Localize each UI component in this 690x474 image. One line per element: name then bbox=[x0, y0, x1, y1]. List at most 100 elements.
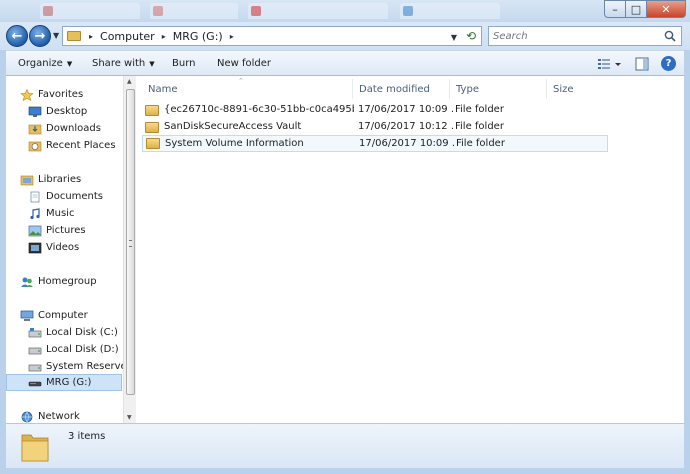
background-tab bbox=[400, 3, 500, 19]
preview-pane-icon[interactable] bbox=[635, 57, 649, 71]
nav-scrollbar[interactable]: ▲ ▼ bbox=[123, 76, 136, 423]
nav-label: Pictures bbox=[46, 225, 86, 236]
nav-label: Network bbox=[38, 411, 80, 422]
scroll-up-icon[interactable]: ▲ bbox=[127, 78, 132, 85]
folder-icon bbox=[67, 31, 81, 41]
nav-computer[interactable]: Computer bbox=[20, 307, 132, 324]
background-tab bbox=[150, 3, 238, 19]
nav-mrg-drive[interactable]: MRG (G:) bbox=[6, 374, 122, 391]
share-with-label: Share with bbox=[92, 58, 146, 69]
grip-icon bbox=[129, 240, 132, 247]
organize-label: Organize bbox=[18, 58, 63, 69]
nav-favorites[interactable]: Favorites bbox=[20, 86, 132, 103]
star-icon bbox=[20, 88, 34, 101]
drive-icon bbox=[28, 327, 42, 337]
column-label: Date modified bbox=[359, 83, 430, 95]
recent-pages-chevron-icon[interactable]: ▼ bbox=[53, 31, 59, 40]
address-bar[interactable]: ▸ Computer ▸ MRG (G:) ▸ ▼ ⟲ bbox=[62, 26, 482, 46]
forward-button[interactable]: → bbox=[29, 25, 51, 47]
sort-caret-icon: ⌃ bbox=[238, 77, 244, 85]
column-header-name[interactable]: ⌃ Name bbox=[142, 77, 353, 99]
nav-label: Computer bbox=[38, 310, 88, 321]
column-header-date[interactable]: Date modified bbox=[353, 79, 450, 99]
computer-icon bbox=[20, 310, 34, 321]
command-bar: Organize ▼ Share with ▼ Burn New folder ? bbox=[6, 50, 684, 76]
view-controls: ? bbox=[597, 56, 676, 71]
nav-label: Documents bbox=[46, 191, 104, 202]
window-controls: – □ ✕ bbox=[604, 0, 686, 18]
usb-drive-icon bbox=[28, 381, 42, 386]
nav-label: Desktop bbox=[46, 106, 88, 117]
file-row[interactable]: {ec26710c-8891-6c30-51bb-c0ca495bca4e} 1… bbox=[142, 102, 608, 119]
videos-icon bbox=[28, 242, 42, 253]
folder-icon bbox=[21, 434, 49, 462]
organize-button[interactable]: Organize ▼ bbox=[18, 58, 72, 69]
nav-libraries[interactable]: Libraries bbox=[20, 171, 132, 188]
close-button[interactable]: ✕ bbox=[646, 0, 686, 18]
search-box bbox=[488, 26, 682, 46]
search-input[interactable] bbox=[493, 29, 663, 43]
nav-label: Local Disk (C:) bbox=[46, 327, 118, 338]
music-icon bbox=[30, 207, 40, 219]
file-list: ⌃ Name Date modified Type Size {ec26710c… bbox=[136, 76, 684, 423]
nav-label: Favorites bbox=[38, 89, 84, 100]
column-header-type[interactable]: Type bbox=[450, 79, 547, 99]
folder-icon bbox=[145, 122, 159, 133]
file-name: {ec26710c-8891-6c30-51bb-c0ca495bca4e} bbox=[164, 104, 354, 115]
breadcrumb-separator[interactable]: ▸ bbox=[158, 32, 170, 41]
navigation-pane: Favorites Desktop Downloads Recent Place… bbox=[6, 76, 136, 423]
file-row[interactable]: System Volume Information 17/06/2017 10:… bbox=[142, 135, 608, 152]
change-view-icon[interactable] bbox=[597, 57, 623, 71]
desktop-icon bbox=[28, 106, 42, 117]
documents-icon bbox=[30, 191, 40, 202]
breadcrumb-mrg[interactable]: MRG (G:) bbox=[170, 30, 226, 43]
scroll-thumb[interactable] bbox=[126, 89, 135, 395]
pictures-icon bbox=[28, 225, 42, 236]
file-date: 17/06/2017 10:09 ... bbox=[359, 138, 454, 149]
nav-label: MRG (G:) bbox=[46, 377, 92, 388]
homegroup-icon bbox=[21, 277, 33, 287]
drive-icon bbox=[28, 347, 42, 354]
file-date: 17/06/2017 10:09 ... bbox=[358, 104, 453, 115]
nav-label: Homegroup bbox=[38, 276, 97, 287]
folder-icon bbox=[145, 105, 159, 116]
title-bar: – □ ✕ bbox=[0, 0, 690, 22]
breadcrumb-computer[interactable]: Computer bbox=[97, 30, 158, 43]
minimize-button[interactable]: – bbox=[604, 0, 626, 18]
file-type: File folder bbox=[455, 121, 504, 132]
file-type: File folder bbox=[456, 138, 505, 149]
nav-label: Downloads bbox=[46, 123, 101, 134]
network-icon bbox=[21, 411, 33, 423]
chevron-down-icon: ▼ bbox=[66, 60, 73, 68]
details-pane: 3 items bbox=[6, 423, 684, 468]
drive-icon bbox=[28, 364, 42, 371]
nav-label: Recent Places bbox=[46, 140, 116, 151]
column-label: Type bbox=[456, 83, 479, 95]
burn-button[interactable]: Burn bbox=[172, 58, 195, 69]
background-tab bbox=[248, 3, 388, 19]
search-icon[interactable] bbox=[664, 30, 676, 42]
back-button[interactable]: ← bbox=[6, 25, 28, 47]
file-type: File folder bbox=[455, 104, 504, 115]
breadcrumb-separator[interactable]: ▸ bbox=[85, 32, 97, 41]
nav-homegroup[interactable]: Homegroup bbox=[20, 273, 132, 290]
share-with-button[interactable]: Share with ▼ bbox=[92, 58, 155, 69]
new-folder-button[interactable]: New folder bbox=[217, 58, 271, 69]
refresh-icon[interactable]: ⟲ bbox=[466, 29, 476, 43]
column-label: Size bbox=[553, 83, 574, 95]
address-row: ← → ▼ ▸ Computer ▸ MRG (G:) ▸ ▼ ⟲ bbox=[0, 22, 690, 50]
file-row[interactable]: SanDiskSecureAccess Vault 17/06/2017 10:… bbox=[142, 119, 608, 136]
item-count: 3 items bbox=[68, 431, 106, 442]
scroll-down-icon[interactable]: ▼ bbox=[127, 414, 132, 421]
background-tab bbox=[40, 3, 140, 19]
file-name: SanDiskSecureAccess Vault bbox=[164, 121, 302, 132]
chevron-down-icon: ▼ bbox=[149, 60, 155, 68]
help-icon[interactable]: ? bbox=[661, 56, 676, 71]
nav-label: System Reserved bbox=[46, 361, 134, 372]
breadcrumb-separator[interactable]: ▸ bbox=[226, 32, 238, 41]
column-header-size[interactable]: Size bbox=[547, 79, 627, 99]
libraries-icon bbox=[20, 175, 34, 185]
recent-places-icon bbox=[28, 141, 42, 151]
address-history-chevron-icon[interactable]: ▼ bbox=[451, 33, 457, 42]
maximize-button[interactable]: □ bbox=[625, 0, 647, 18]
